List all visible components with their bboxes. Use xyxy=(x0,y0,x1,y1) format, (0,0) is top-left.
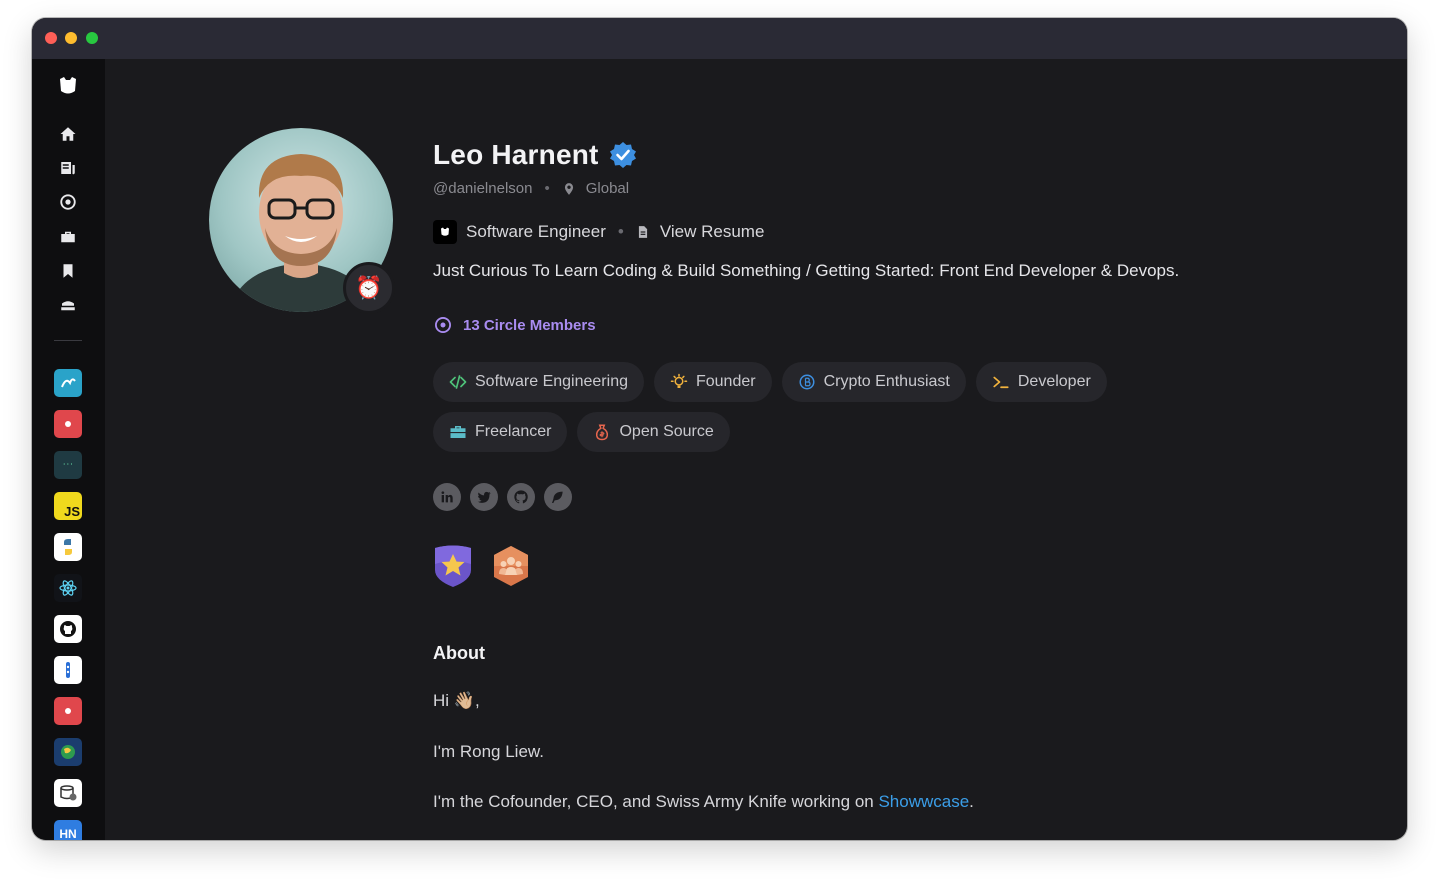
dark-app[interactable]: · · · xyxy=(54,451,82,479)
tag-label: Open Source xyxy=(619,423,714,440)
showwcase-logo-icon[interactable] xyxy=(54,72,82,100)
stack-icon[interactable] xyxy=(54,291,82,319)
about-greeting: Hi 👋🏼, xyxy=(433,691,480,711)
tag-software-engineering[interactable]: Software Engineering xyxy=(433,362,644,402)
github-app[interactable] xyxy=(54,615,82,643)
code-icon xyxy=(449,373,467,391)
database-app[interactable] xyxy=(54,779,82,807)
star-badge-icon[interactable] xyxy=(433,544,473,593)
python-app[interactable] xyxy=(54,533,82,561)
about-intro: I'm Rong Liew. xyxy=(433,742,544,761)
greeting-comma: , xyxy=(474,691,480,710)
money-bag-icon xyxy=(593,423,611,441)
tag-list: Software Engineering Founder Crypto Enth… xyxy=(433,362,1193,452)
status-badge[interactable]: ⏰ xyxy=(343,262,395,314)
community-badge-icon[interactable] xyxy=(491,544,531,593)
role-separator: • xyxy=(617,222,624,241)
tag-label: Crypto Enthusiast xyxy=(823,373,950,390)
leaf-icon[interactable] xyxy=(544,483,572,511)
linkedin-icon[interactable] xyxy=(433,483,461,511)
minimize-window-button[interactable] xyxy=(65,32,77,44)
lightbulb-icon xyxy=(670,373,688,391)
sidebar: · · · JS HN xyxy=(32,59,105,840)
showwcase-link[interactable]: Showwcase xyxy=(878,792,969,811)
tag-label: Developer xyxy=(1017,373,1091,390)
tag-label: Freelancer xyxy=(475,423,552,440)
name-row: Leo Harnent xyxy=(433,139,637,171)
tag-label: Software Engineering xyxy=(475,373,628,390)
bitcoin-icon xyxy=(798,373,816,391)
profile-name: Leo Harnent xyxy=(433,139,599,170)
achievement-badges xyxy=(433,544,531,593)
home-icon[interactable] xyxy=(54,120,82,148)
circle-members-link[interactable]: 13 Circle Members xyxy=(433,315,596,335)
tag-freelancer[interactable]: Freelancer xyxy=(433,412,568,452)
view-resume-link[interactable]: View Resume xyxy=(660,222,765,242)
verified-icon xyxy=(609,142,636,168)
profile-handle: @danielnelson xyxy=(433,180,533,197)
javascript-app[interactable]: JS xyxy=(54,492,82,520)
react-app[interactable] xyxy=(54,574,82,602)
tag-label: Founder xyxy=(695,373,756,390)
red-app[interactable] xyxy=(54,410,82,438)
terminal-icon xyxy=(992,373,1010,391)
circle-members-icon xyxy=(435,317,451,333)
document-icon xyxy=(638,226,647,238)
circle-members-count: 13 Circle Members xyxy=(463,316,596,334)
bookmark-icon[interactable] xyxy=(54,257,82,285)
about-heading: About xyxy=(433,643,485,663)
tag-open-source[interactable]: Open Source xyxy=(577,412,730,452)
role-row: Software Engineer • View Resume xyxy=(433,220,764,244)
blue-app[interactable] xyxy=(54,656,82,684)
about-role-text: I'm the Cofounder, CEO, and Swiss Army K… xyxy=(433,792,879,811)
meta-separator: • xyxy=(544,180,550,197)
hackernews-app[interactable]: HN xyxy=(54,820,82,840)
tag-founder[interactable]: Founder xyxy=(653,362,772,402)
profile-location: Global xyxy=(585,180,630,197)
company-logo-icon[interactable] xyxy=(433,220,457,244)
red-app-2[interactable] xyxy=(54,697,82,725)
location-pin-icon xyxy=(564,182,573,195)
meta-row: @danielnelson • Global xyxy=(433,180,629,197)
tag-crypto-enthusiast[interactable]: Crypto Enthusiast xyxy=(781,362,966,402)
about-role-period: . xyxy=(969,792,974,811)
globe-app[interactable] xyxy=(54,738,82,766)
greeting-text: Hi xyxy=(433,691,454,710)
wave-app[interactable] xyxy=(54,369,82,397)
profile-page: ⏰ Leo Harnent @danielnelson • Global Sof… xyxy=(105,59,1407,840)
sidebar-divider xyxy=(54,340,82,341)
briefcase-icon[interactable] xyxy=(54,223,82,251)
social-links xyxy=(433,483,572,511)
wave-emoji-icon: 👋🏼 xyxy=(453,691,475,710)
app-window: · · · JS HN ⏰ Leo Harnent @danielnelson … xyxy=(32,18,1407,840)
profile-bio: Just Curious To Learn Coding & Build Som… xyxy=(433,261,1180,280)
maximize-window-button[interactable] xyxy=(86,32,98,44)
twitter-icon[interactable] xyxy=(470,483,498,511)
circle-icon[interactable] xyxy=(54,188,82,216)
tag-developer[interactable]: Developer xyxy=(975,362,1107,402)
about-role: I'm the Cofounder, CEO, and Swiss Army K… xyxy=(433,792,974,812)
briefcase-icon xyxy=(449,423,467,441)
close-window-button[interactable] xyxy=(45,32,57,44)
profile-role: Software Engineer xyxy=(466,222,606,241)
title-bar xyxy=(32,18,1407,59)
github-icon[interactable] xyxy=(507,483,535,511)
feed-icon[interactable] xyxy=(54,154,82,182)
